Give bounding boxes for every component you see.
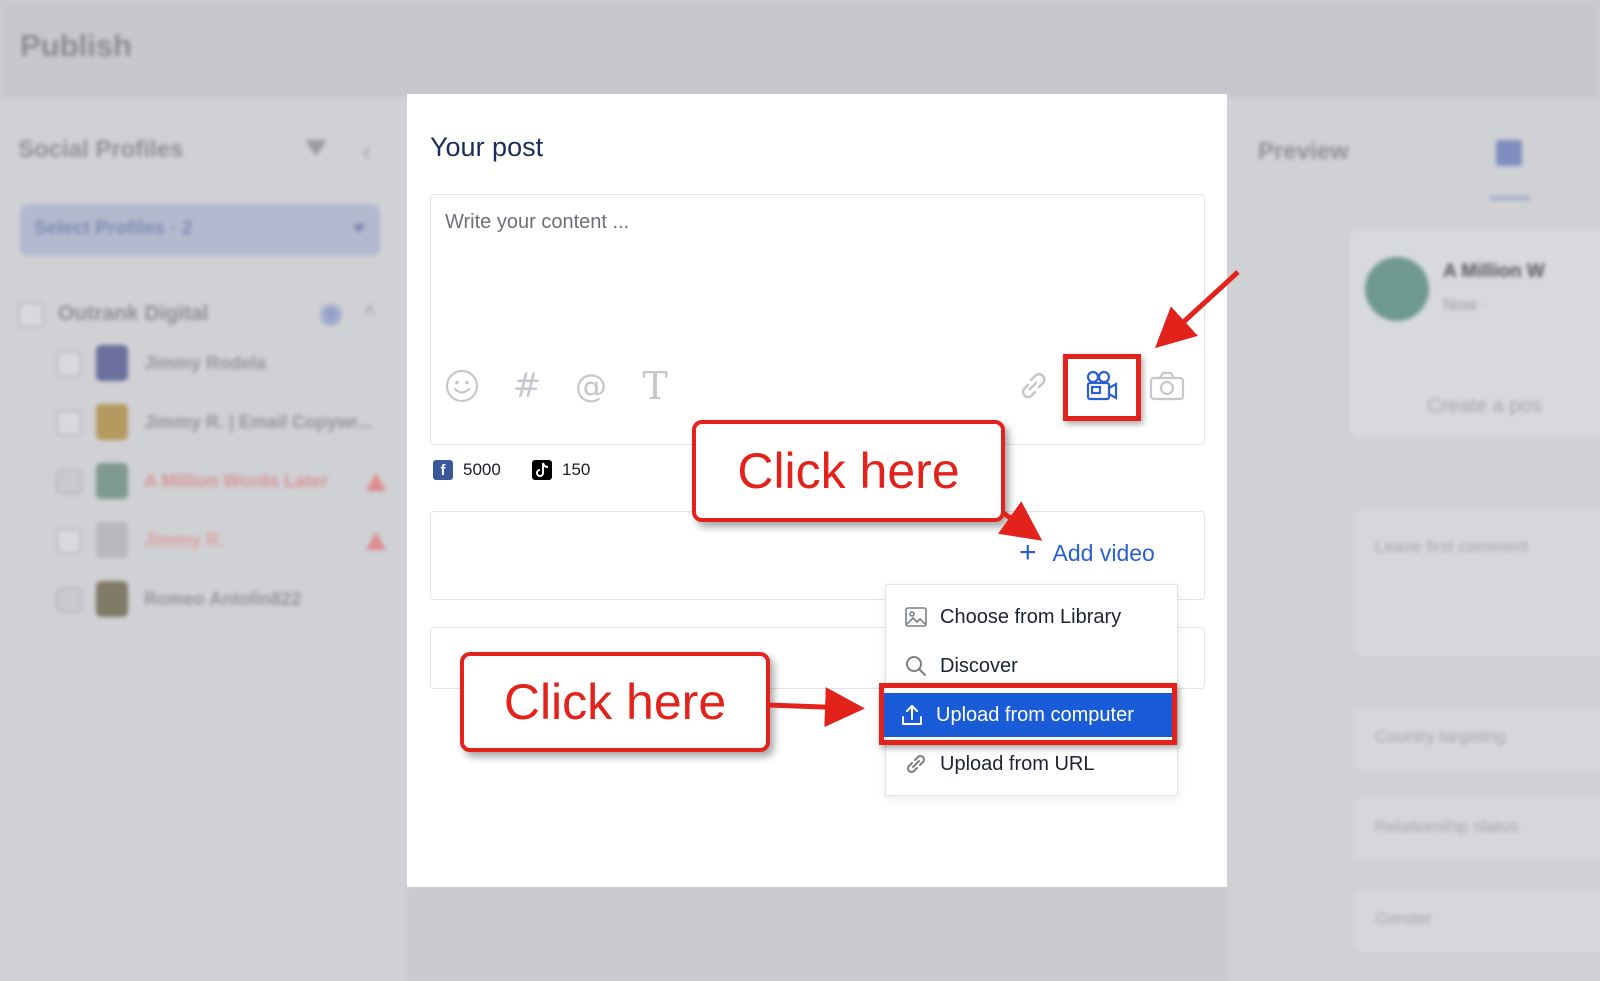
facebook-tab-icon[interactable] — [1496, 140, 1522, 166]
avatar — [1365, 257, 1429, 321]
facebook-count: f 5000 — [433, 460, 501, 480]
caret-down-icon — [352, 224, 366, 233]
field-label: Gender — [1375, 909, 1432, 928]
profile-name: Romeo Antolin822 — [144, 589, 302, 609]
profile-name: Jimmy Rodela — [144, 353, 267, 373]
profile-item[interactable]: Jimmy R. | Email Copywr... — [56, 404, 396, 444]
modal-title: Your post — [430, 132, 544, 162]
profile-checkbox[interactable] — [56, 528, 82, 554]
search-icon — [904, 654, 928, 678]
profile-count-badge: 5 — [320, 304, 342, 326]
profile-group-label: Outrank Digital — [58, 302, 209, 325]
profile-name: A Million Words Later — [144, 471, 329, 491]
preview-author-name: A Million W — [1443, 261, 1545, 282]
profile-item[interactable]: A Million Words Later — [56, 463, 396, 503]
profile-checkbox[interactable] — [56, 351, 82, 377]
add-video-label: Add video — [1052, 539, 1155, 566]
facebook-icon: f — [433, 460, 453, 480]
profile-checkbox[interactable] — [56, 410, 82, 436]
hashtag-icon[interactable]: # — [508, 366, 546, 406]
profile-item[interactable]: Jimmy R. — [56, 522, 396, 562]
avatar — [96, 345, 128, 381]
tiktok-icon — [532, 460, 552, 480]
upload-item-highlight — [879, 683, 1177, 745]
profile-group[interactable]: Outrank Digital 5 ˄ — [18, 300, 388, 330]
menu-item-discover[interactable]: Discover — [886, 644, 1179, 688]
menu-item-label: Upload from URL — [940, 752, 1095, 775]
app-title: Publish — [20, 28, 132, 63]
profile-checkbox[interactable] — [56, 587, 82, 613]
tiktok-count-value: 150 — [562, 460, 591, 479]
field-label: Leave first comment — [1375, 537, 1529, 556]
preview-title: Preview — [1258, 138, 1349, 165]
active-tab-underline — [1490, 196, 1530, 200]
select-profiles-label: Select Profiles · 2 — [34, 218, 193, 239]
plus-icon: + — [1019, 536, 1037, 569]
menu-item-label: Choose from Library — [940, 605, 1122, 628]
field-label: Country targeting — [1375, 727, 1506, 746]
emoji-icon[interactable] — [443, 367, 481, 405]
select-profiles-dropdown[interactable]: Select Profiles · 2 — [20, 204, 380, 256]
avatar — [96, 404, 128, 440]
group-checkbox[interactable] — [18, 302, 44, 328]
relationship-status-field[interactable]: Relationship status — [1352, 796, 1600, 862]
camera-icon[interactable] — [1148, 367, 1186, 405]
profile-name: Jimmy R. — [144, 530, 225, 550]
profile-item[interactable]: Jimmy Rodela — [56, 345, 396, 385]
menu-item-choose-from-library[interactable]: Choose from Library — [886, 595, 1179, 639]
video-icon-highlight — [1063, 354, 1141, 421]
click-here-callout-1: Click here — [692, 420, 1005, 522]
gender-field[interactable]: Gender — [1352, 888, 1600, 954]
link-icon — [904, 752, 928, 776]
warning-icon — [366, 532, 386, 550]
profile-checkbox[interactable] — [56, 469, 82, 495]
profiles-panel-title: Social Profiles — [18, 136, 184, 163]
preview-placeholder: Create a pos — [1427, 395, 1542, 417]
menu-item-label: Discover — [940, 654, 1018, 677]
text-format-icon[interactable]: T — [636, 364, 674, 408]
warning-icon — [366, 473, 386, 491]
first-comment-field[interactable]: Leave first comment — [1352, 508, 1600, 658]
avatar — [96, 522, 128, 558]
menu-item-upload-from-url[interactable]: Upload from URL — [886, 742, 1179, 786]
app-header: Publish — [0, 0, 1600, 98]
collapse-chevron-icon[interactable]: ‹ — [362, 136, 371, 167]
country-targeting-field[interactable]: Country targeting — [1352, 706, 1600, 772]
filter-icon[interactable] — [305, 140, 327, 156]
chevron-up-icon[interactable]: ˄ — [364, 300, 376, 323]
tiktok-count: 150 — [532, 460, 590, 480]
facebook-count-value: 5000 — [463, 460, 501, 479]
add-video-button[interactable]: + Add video — [1019, 538, 1155, 568]
click-here-callout-2: Click here — [460, 652, 770, 752]
link-icon[interactable] — [1014, 367, 1052, 405]
mention-icon[interactable]: @ — [572, 367, 610, 405]
profile-name: Jimmy R. | Email Copywr... — [144, 412, 373, 432]
avatar — [96, 463, 128, 499]
field-label: Relationship status — [1375, 817, 1519, 836]
avatar — [96, 581, 128, 617]
preview-card: A Million W Now · Create a pos — [1348, 228, 1600, 440]
preview-timestamp: Now · — [1443, 295, 1488, 314]
editor-placeholder: Write your content ... — [445, 211, 630, 233]
composer-footer — [407, 887, 1227, 981]
image-icon — [904, 605, 928, 629]
profile-item[interactable]: Romeo Antolin822 — [56, 581, 396, 621]
